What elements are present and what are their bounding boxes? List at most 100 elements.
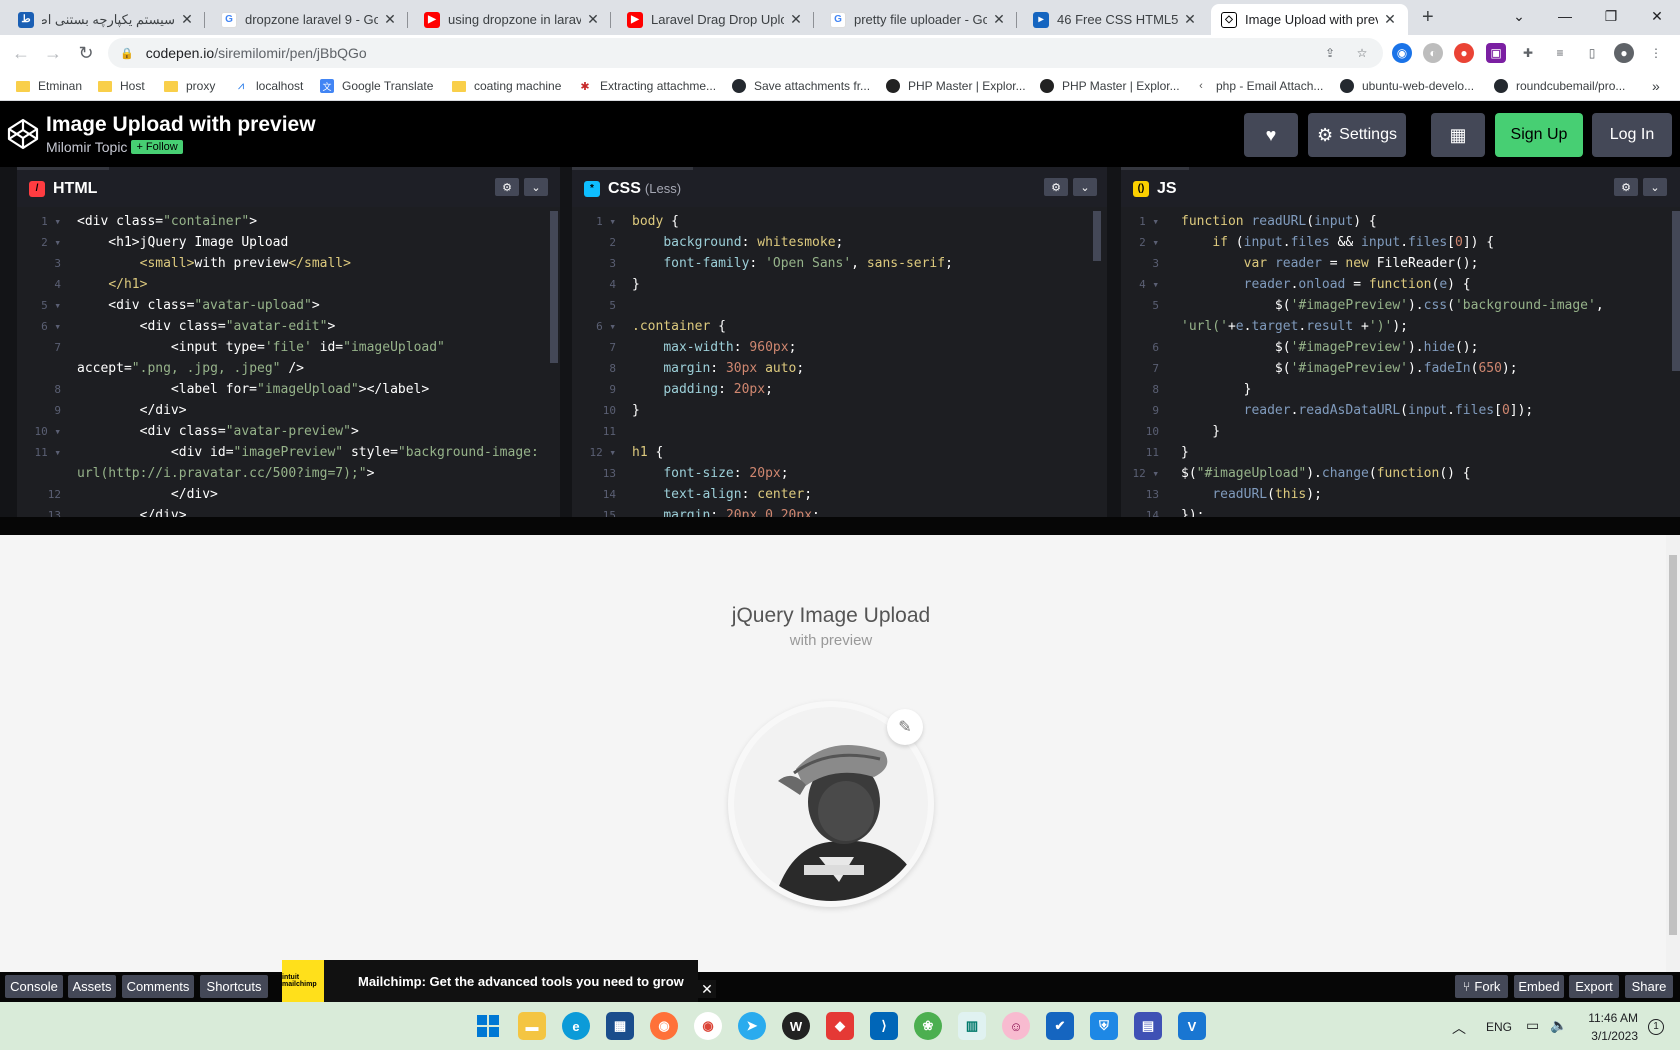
bookmark-item[interactable]: Save attachments fr...	[732, 76, 870, 96]
share-button[interactable]: Share	[1625, 975, 1673, 998]
address-bar[interactable]: 🔒 codepen.io/siremilomir/pen/jBbQGo	[108, 38, 1383, 68]
star-icon[interactable]: ☆	[1352, 43, 1372, 63]
assets-button[interactable]: Assets	[68, 975, 116, 998]
back-icon[interactable]: ←	[8, 40, 34, 66]
browser-tab[interactable]: G pretty file uploader - Google ✕	[820, 4, 1017, 35]
close-icon[interactable]: ✕	[585, 11, 601, 28]
console-button[interactable]: Console	[5, 975, 63, 998]
scrollbar[interactable]	[1672, 211, 1680, 371]
chevron-down-icon[interactable]: ⌄	[1073, 178, 1097, 196]
language-indicator[interactable]: ENG	[1486, 1020, 1512, 1034]
browser-tab-active[interactable]: ◇ Image Upload with preview ✕	[1211, 4, 1408, 35]
signup-button[interactable]: Sign Up	[1495, 113, 1583, 157]
tab-search-icon[interactable]: ⌄	[1496, 0, 1542, 32]
close-icon[interactable]: ✕	[1382, 11, 1398, 28]
settings-button[interactable]: ⚙ Settings	[1308, 113, 1406, 157]
extension-icon[interactable]: ◐	[1423, 43, 1443, 63]
html-tab[interactable]: / HTML	[17, 167, 110, 207]
puzzle-icon[interactable]: ✚	[1518, 43, 1538, 63]
extension-icon[interactable]: ◉	[1392, 43, 1412, 63]
anydesk-icon[interactable]: ◆	[826, 1012, 854, 1040]
scrollbar-thumb[interactable]	[1669, 555, 1677, 935]
app-icon[interactable]: ❀	[914, 1012, 942, 1040]
bookmark-item[interactable]: ‹ php - Email Attach...	[1194, 76, 1323, 96]
codepen-logo-icon[interactable]	[7, 118, 39, 150]
telegram-icon[interactable]: ➤	[738, 1012, 766, 1040]
close-ad-icon[interactable]: ✕	[698, 980, 716, 998]
browser-tab[interactable]: ▶ using dropzone in laravel ✕	[414, 4, 611, 35]
clock-time[interactable]: 11:46 AM	[1582, 1011, 1638, 1025]
css-code-editor[interactable]: 1 ▾ body { 2 background: whitesmoke; 3 fo…	[572, 207, 1107, 517]
export-button[interactable]: Export	[1569, 975, 1619, 998]
edge-icon[interactable]: e	[562, 1012, 590, 1040]
vc-icon[interactable]: V	[1178, 1012, 1206, 1040]
network-app-icon[interactable]: ▤	[1134, 1012, 1162, 1040]
bookmark-item[interactable]: 文 Google Translate	[320, 76, 433, 96]
embed-button[interactable]: Embed	[1514, 975, 1564, 998]
vpn-icon[interactable]: ✔	[1046, 1012, 1074, 1040]
network-icon[interactable]: ▭	[1526, 1017, 1539, 1034]
browser-tab[interactable]: ▶ Laravel Drag Drop Upload ✕	[617, 4, 814, 35]
close-icon[interactable]: ✕	[1182, 11, 1198, 28]
scrollbar[interactable]	[550, 211, 558, 363]
fork-button[interactable]: ⑂ Fork	[1455, 975, 1508, 998]
profile-icon[interactable]: ●	[1614, 43, 1634, 63]
follow-button[interactable]: + Follow	[131, 140, 183, 154]
gear-icon[interactable]: ⚙	[1044, 178, 1068, 196]
clock-date[interactable]: 3/1/2023	[1582, 1029, 1638, 1043]
extension-icon[interactable]: ▣	[1486, 43, 1506, 63]
forward-icon[interactable]: →	[40, 40, 66, 66]
author-name[interactable]: Milomir Topic	[46, 139, 127, 155]
close-icon[interactable]: ✕	[179, 11, 195, 28]
close-window-icon[interactable]: ✕	[1634, 0, 1680, 32]
windows-start-icon[interactable]	[474, 1012, 502, 1040]
firefox-icon[interactable]: ◉	[650, 1012, 678, 1040]
bookmark-item[interactable]: roundcubemail/pro...	[1494, 76, 1625, 96]
js-tab[interactable]: () JS	[1121, 167, 1189, 207]
app-icon[interactable]: ☺	[1002, 1012, 1030, 1040]
more-bookmarks-icon[interactable]: »	[1652, 76, 1660, 96]
browser-tab[interactable]: ط سیستم یکپارچه بستنی اطمینان ✕	[8, 4, 205, 35]
tray-chevron-icon[interactable]: ︿	[1452, 1018, 1466, 1038]
bookmark-item[interactable]: Etminan	[16, 76, 82, 96]
html-code-editor[interactable]: 1 ▾ <div class="container"> 2 ▾ <h1>jQuer…	[17, 207, 560, 517]
notification-badge[interactable]: 1	[1648, 1019, 1664, 1035]
maximize-icon[interactable]: ❐	[1588, 0, 1634, 32]
chevron-down-icon[interactable]: ⌄	[524, 178, 548, 196]
editor-resize-bar[interactable]	[0, 517, 1680, 535]
scrollbar[interactable]	[1093, 211, 1101, 261]
edit-avatar-button[interactable]: ✎	[887, 709, 923, 745]
gear-icon[interactable]: ⚙	[495, 178, 519, 196]
close-icon[interactable]: ✕	[788, 11, 804, 28]
bookmark-item[interactable]: ubuntu-web-develo...	[1340, 76, 1474, 96]
volume-icon[interactable]: 🔈	[1550, 1017, 1567, 1034]
store-icon[interactable]: ▦	[606, 1012, 634, 1040]
reload-icon[interactable]: ↻	[73, 40, 99, 66]
mailchimp-ad[interactable]: intuit mailchimp Mailchimp: Get the adva…	[282, 960, 698, 1002]
layout-button[interactable]: ▦	[1431, 113, 1485, 157]
comments-button[interactable]: Comments	[122, 975, 194, 998]
bookmark-item[interactable]: proxy	[164, 76, 215, 96]
vscode-icon[interactable]: ⟩	[870, 1012, 898, 1040]
sidepanel-icon[interactable]: ▯	[1582, 43, 1602, 63]
chevron-down-icon[interactable]: ⌄	[1643, 178, 1667, 196]
menu-icon[interactable]: ⋮	[1646, 43, 1666, 63]
js-code-editor[interactable]: 1 ▾ function readURL(input) { 2 ▾ if (inp…	[1121, 207, 1680, 517]
minimize-icon[interactable]: —	[1542, 0, 1588, 32]
bookmark-item[interactable]: coating machine	[452, 76, 561, 96]
browser-tab[interactable]: ▸ 46 Free CSS HTML5 Upload ✕	[1023, 4, 1208, 35]
file-explorer-icon[interactable]: ▬	[518, 1012, 546, 1040]
gear-icon[interactable]: ⚙	[1614, 178, 1638, 196]
app-icon[interactable]: ▥	[958, 1012, 986, 1040]
bookmark-item[interactable]: Host	[98, 76, 145, 96]
extension-icon[interactable]: ●	[1454, 43, 1474, 63]
close-icon[interactable]: ✕	[991, 11, 1007, 28]
heart-button[interactable]: ♥	[1244, 113, 1298, 157]
close-icon[interactable]: ✕	[382, 11, 398, 28]
browser-tab[interactable]: G dropzone laravel 9 - Google ✕	[211, 4, 408, 35]
security-icon[interactable]: ⛨	[1090, 1012, 1118, 1040]
media-icon[interactable]: ≡	[1550, 43, 1570, 63]
share-icon[interactable]: ⇪	[1320, 43, 1340, 63]
chrome-icon[interactable]: ◉	[694, 1012, 722, 1040]
css-tab[interactable]: * CSS (Less)	[572, 167, 694, 207]
